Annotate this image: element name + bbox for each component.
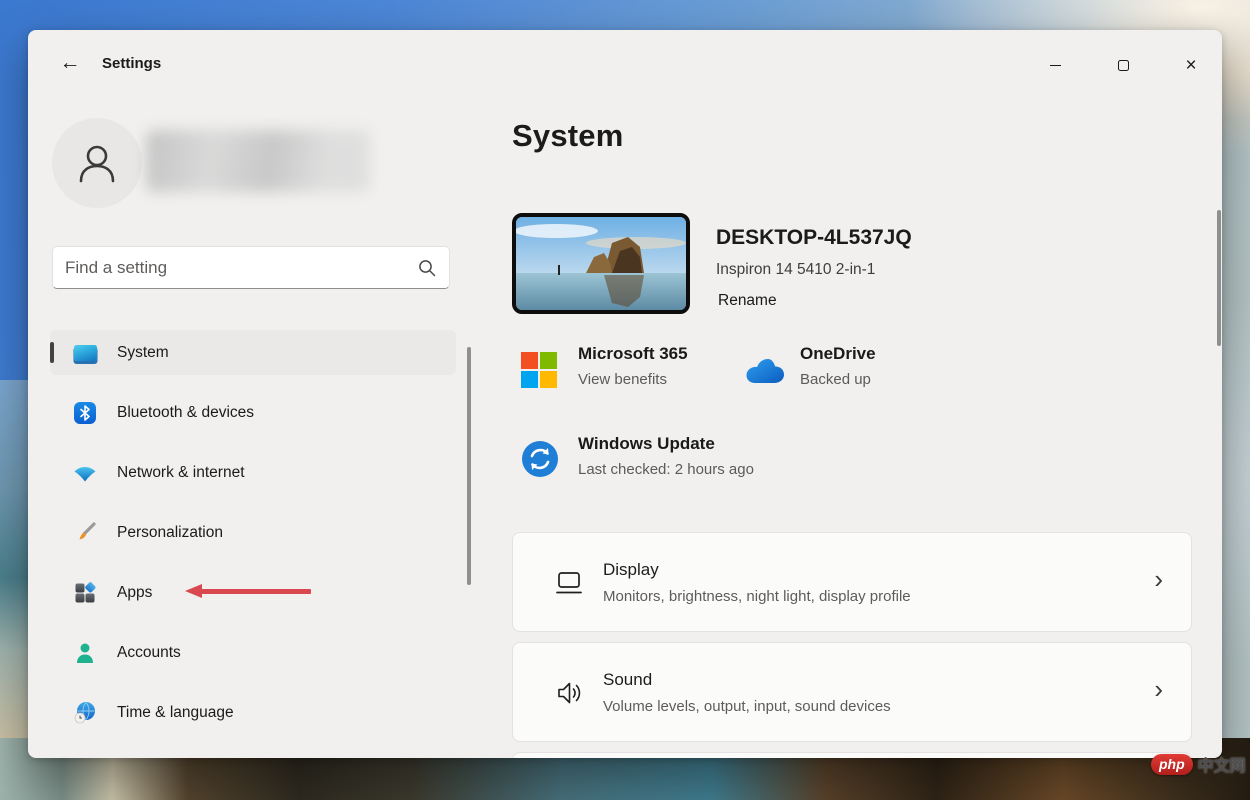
sidebar-item-label: Time & language: [117, 703, 234, 721]
wifi-icon: [72, 460, 98, 486]
card-subtitle: Volume levels, output, input, sound devi…: [603, 698, 891, 715]
search-input[interactable]: [65, 257, 417, 278]
user-name-blurred: [146, 130, 370, 192]
sidebar-item-label: Apps: [117, 583, 153, 601]
sidebar-item-label: Network & internet: [117, 463, 245, 481]
search-icon: [419, 259, 436, 276]
sidebar-item-system[interactable]: System: [50, 330, 456, 375]
sidebar-item-label: Personalization: [117, 523, 223, 541]
back-button[interactable]: ←: [54, 48, 86, 78]
close-button[interactable]: ×: [1168, 50, 1214, 80]
device-thumbnail: [512, 213, 690, 314]
sidebar-item-time-language[interactable]: Time & language: [50, 690, 456, 735]
badge-subtitle: Backed up: [800, 371, 871, 388]
minimize-button[interactable]: [1032, 50, 1078, 80]
php-logo: php: [1151, 753, 1193, 775]
maximize-icon: [1117, 59, 1129, 71]
chevron-right-icon: ›: [1154, 564, 1163, 595]
annotation-arrow: [185, 584, 311, 598]
microsoft-365-icon: [521, 352, 557, 388]
wallpaper-left-strip: [0, 380, 30, 740]
windows-update-badge[interactable]: Windows Update Last checked: 2 hours ago: [578, 434, 754, 478]
apps-icon: [72, 580, 98, 606]
microsoft-365-badge[interactable]: Microsoft 365 View benefits: [578, 344, 688, 388]
onedrive-badge[interactable]: OneDrive Backed up: [800, 344, 876, 388]
display-icon: [553, 567, 585, 599]
sidebar-item-bluetooth-devices[interactable]: Bluetooth & devices: [50, 390, 456, 435]
card-subtitle: Monitors, brightness, night light, displ…: [603, 588, 911, 605]
arrow-left-icon: ←: [59, 51, 81, 74]
minimize-icon: [1049, 64, 1061, 66]
watermark: php 中文网: [1151, 752, 1246, 776]
chevron-right-icon: ›: [1154, 674, 1163, 705]
windows-update-icon: [521, 440, 559, 478]
sidebar-item-accounts[interactable]: Accounts: [50, 630, 456, 675]
badge-subtitle: Last checked: 2 hours ago: [578, 461, 754, 478]
sidebar-item-label: System: [117, 343, 169, 361]
badge-title: OneDrive: [800, 344, 876, 363]
onedrive-icon: [740, 354, 786, 391]
settings-window: ← Settings × System: [28, 30, 1222, 758]
globe-clock-icon: [72, 700, 98, 726]
card-title: Sound: [603, 670, 653, 689]
avatar[interactable]: [52, 118, 142, 208]
page-title: System: [512, 118, 624, 153]
display-settings-card[interactable]: Display Monitors, brightness, night ligh…: [512, 532, 1192, 632]
badge-title: Microsoft 365: [578, 344, 688, 363]
sound-icon: [553, 677, 585, 709]
search-box: [52, 246, 450, 289]
paintbrush-icon: [72, 520, 98, 546]
main-scrollbar[interactable]: [1217, 210, 1221, 346]
sidebar-item-network-internet[interactable]: Network & internet: [50, 450, 456, 495]
maximize-button[interactable]: [1100, 50, 1146, 80]
sidebar-item-personalization[interactable]: Personalization: [50, 510, 456, 555]
sidebar-scrollbar[interactable]: [467, 347, 471, 585]
sidebar-nav: System Bluetooth & devices Network & int…: [50, 330, 456, 750]
selection-indicator: [50, 342, 54, 363]
window-title: Settings: [102, 55, 162, 72]
sidebar-item-label: Bluetooth & devices: [117, 403, 255, 421]
sound-settings-card[interactable]: Sound Volume levels, output, input, soun…: [512, 642, 1192, 742]
device-name: DESKTOP-4L537JQ: [716, 226, 912, 249]
close-icon: ×: [1185, 54, 1197, 76]
watermark-text: 中文网: [1197, 758, 1246, 775]
bluetooth-icon: [72, 400, 98, 426]
rename-link[interactable]: Rename: [718, 292, 777, 310]
system-icon: [72, 340, 98, 366]
window-controls: ×: [1032, 50, 1222, 80]
sidebar-item-label: Accounts: [117, 643, 181, 661]
partial-card[interactable]: [512, 752, 1192, 758]
beach-wallpaper-image: [516, 217, 686, 310]
accounts-person-icon: [72, 640, 98, 666]
device-model: Inspiron 14 5410 2-in-1: [716, 261, 876, 278]
badge-title: Windows Update: [578, 434, 715, 453]
badge-subtitle[interactable]: View benefits: [578, 371, 688, 388]
person-icon: [79, 145, 115, 183]
card-title: Display: [603, 560, 659, 579]
